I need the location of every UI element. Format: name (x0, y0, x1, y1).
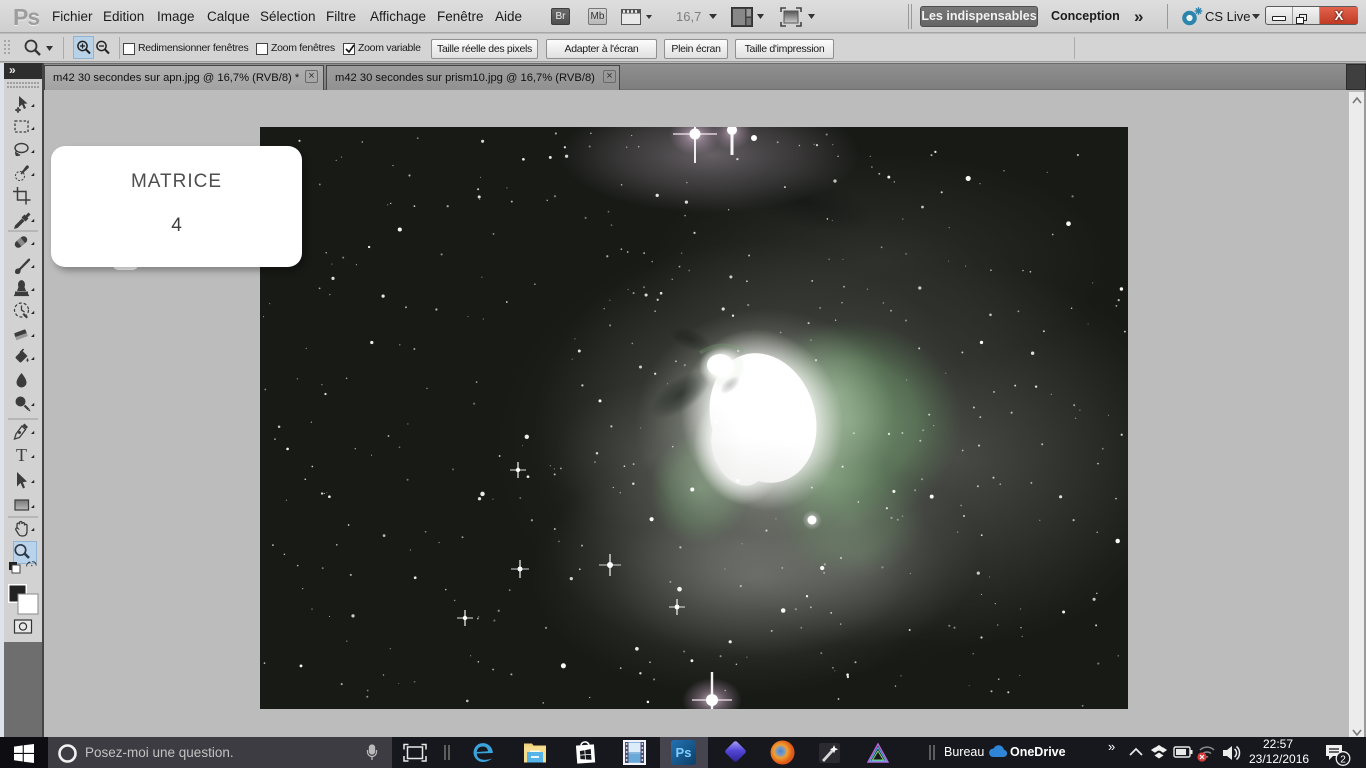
svg-text:2: 2 (1340, 755, 1346, 766)
svg-text:T: T (16, 445, 27, 465)
